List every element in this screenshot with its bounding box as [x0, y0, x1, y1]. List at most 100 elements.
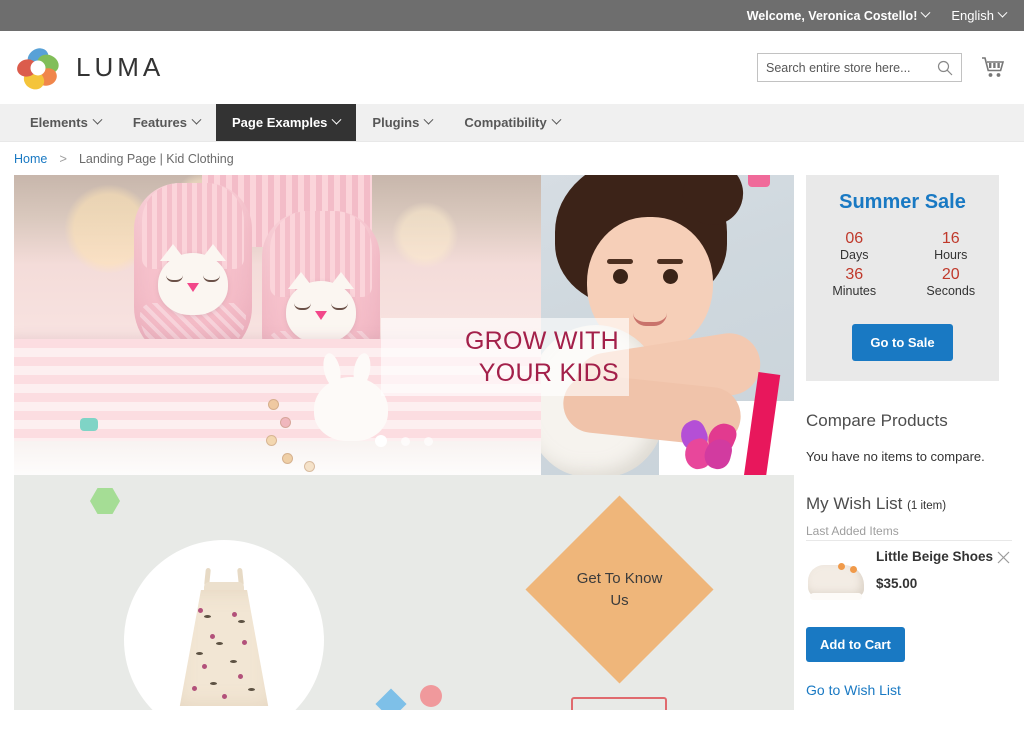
breadcrumb-home-link[interactable]: Home: [14, 152, 47, 166]
wishlist-count: (1 item): [907, 500, 947, 512]
diamond-line2: Us: [610, 591, 629, 609]
countdown-hours-value: 16: [941, 230, 960, 247]
owl-face: [158, 244, 228, 315]
shoe-accent-dot: [838, 563, 845, 570]
wishlist-item[interactable]: Little Beige Shoes $35.00: [806, 547, 1012, 607]
site-header: LUMA: [0, 31, 1024, 104]
countdown-days-label: Days: [840, 248, 869, 262]
welcome-label: Welcome, Veronica Costello!: [746, 8, 918, 23]
logo-text: LUMA: [76, 52, 165, 82]
child-brow-left: [607, 259, 633, 264]
wishlist-title: My Wish List (1 item): [806, 494, 1012, 514]
product-circle-dress[interactable]: [124, 540, 324, 710]
blue-diamond-decoration-icon: [375, 688, 407, 710]
go-to-sale-button[interactable]: Go to Sale: [852, 324, 953, 361]
breadcrumb: Home > Landing Page | Kid Clothing: [0, 142, 1024, 175]
chevron-down-icon: [423, 114, 434, 125]
get-to-know-us-label[interactable]: Get To Know Us: [553, 523, 686, 656]
promo-section: Get To Know Us: [14, 475, 794, 710]
child-brow-right: [657, 259, 683, 264]
button-dot: [268, 399, 279, 410]
add-to-cart-button[interactable]: Add to Cart: [806, 627, 905, 662]
search-input[interactable]: [766, 60, 953, 75]
wishlist-block: My Wish List (1 item) Last Added Items L…: [806, 494, 1024, 698]
summer-sale-title: Summer Sale: [839, 191, 966, 213]
owl-face: [286, 272, 356, 343]
welcome-menu[interactable]: Welcome, Veronica Costello!: [746, 7, 931, 23]
nav-label: Features: [132, 115, 188, 130]
compare-products-block: Compare Products You have no items to co…: [806, 411, 1024, 464]
countdown-seconds-label: Seconds: [926, 284, 976, 298]
owl-beak: [315, 311, 327, 320]
brand-logo[interactable]: LUMA: [14, 44, 164, 92]
shoe-accent-dot: [850, 566, 857, 573]
owl-ear-right: [200, 244, 226, 261]
chevron-down-icon: [191, 114, 202, 125]
banner-caption-line2: YOUR KIDS: [478, 359, 619, 387]
chevron-down-icon: [331, 114, 342, 125]
diamond-line1: Get To Know: [576, 569, 663, 587]
nav-item-elements[interactable]: Elements: [14, 104, 117, 141]
wishlist-item-info: Little Beige Shoes $35.00: [876, 547, 1012, 607]
girls-dress-image: [176, 567, 272, 706]
top-panel: Welcome, Veronica Costello! English: [0, 0, 1024, 31]
wishlist-last-added-label: Last Added Items: [806, 524, 1012, 541]
owl-ear-left: [288, 272, 314, 289]
child-eye-right: [663, 269, 678, 284]
chevron-down-icon: [920, 7, 931, 18]
banner-caption-line1: GROW WITH: [464, 327, 619, 355]
owl-eye-left: [166, 275, 183, 282]
nav-item-page-examples[interactable]: Page Examples: [216, 104, 357, 141]
shopping-cart-icon[interactable]: [980, 55, 1006, 81]
hexagon-decoration-icon: [90, 488, 120, 514]
sidebar: Summer Sale 06 Days 16 Hours 36 Minutes …: [806, 175, 1024, 710]
countdown-seconds-value: 20: [941, 266, 960, 283]
carousel-dot-1[interactable]: [375, 435, 387, 447]
nav-item-plugins[interactable]: Plugins: [356, 104, 448, 141]
pink-circle-decoration-icon: [420, 685, 442, 707]
search-icon[interactable]: [937, 60, 953, 76]
search-box[interactable]: [757, 53, 962, 82]
banner-caption: GROW WITH YOUR KIDS: [381, 318, 629, 396]
nav-label: Page Examples: [232, 115, 328, 130]
nav-item-compatibility[interactable]: Compatibility: [448, 104, 575, 141]
language-label: English: [951, 8, 994, 23]
carousel-dot-3[interactable]: [424, 436, 433, 446]
breadcrumb-current: Landing Page | Kid Clothing: [78, 151, 234, 166]
button-dot: [266, 435, 277, 446]
close-icon[interactable]: [997, 551, 1010, 564]
outlined-button-partial[interactable]: [571, 697, 667, 710]
owl-eye-right: [331, 303, 348, 310]
language-switcher[interactable]: English: [951, 7, 1008, 23]
butterfly-print-icon: [676, 417, 740, 472]
luma-logo-icon: [14, 44, 62, 92]
child-eye-left: [613, 269, 628, 284]
wishlist-item-name[interactable]: Little Beige Shoes: [876, 549, 1012, 564]
compare-products-title: Compare Products: [806, 411, 948, 430]
chevron-down-icon: [997, 7, 1008, 18]
hero-banner[interactable]: GROW WITH YOUR KIDS: [14, 175, 794, 475]
carousel-dots: [375, 435, 433, 447]
carousel-dot-2[interactable]: [401, 436, 410, 446]
wishlist-item-thumbnail[interactable]: [806, 555, 868, 607]
content-column: GROW WITH YOUR KIDS Get To Know Us: [0, 175, 806, 710]
header-actions: [757, 53, 1006, 82]
bunny-applique-icon: [314, 377, 388, 441]
nav-item-features[interactable]: Features: [117, 104, 216, 141]
button-dot: [304, 461, 315, 472]
countdown-minutes-label: Minutes: [832, 284, 877, 298]
countdown-seconds: 20 Seconds: [903, 266, 1000, 298]
countdown-hours: 16 Hours: [903, 230, 1000, 262]
hair-bow-icon: [748, 175, 770, 187]
wishlist-item-price: $35.00: [876, 576, 918, 591]
countdown-hours-label: Hours: [934, 248, 968, 262]
dress-body: [179, 590, 269, 706]
button-dot: [282, 453, 293, 464]
countdown-days-value: 06: [845, 230, 864, 247]
chevron-down-icon: [551, 114, 562, 125]
countdown-timer: 06 Days 16 Hours 36 Minutes 20 Seconds: [806, 230, 999, 302]
main-area: GROW WITH YOUR KIDS Get To Know Us Summe…: [0, 175, 1024, 710]
go-to-wish-list-link[interactable]: Go to Wish List: [806, 682, 1012, 698]
chevron-down-icon: [92, 114, 103, 125]
compare-products-empty: You have no items to compare.: [806, 449, 985, 464]
